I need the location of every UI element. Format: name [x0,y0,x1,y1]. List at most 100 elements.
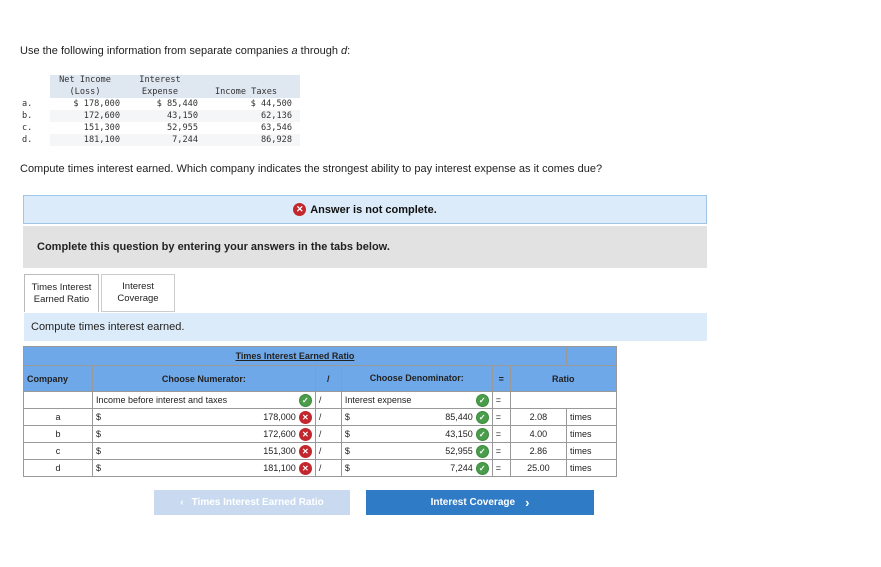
divide-sign: / [314,459,342,477]
taxes-value: 63,546 [200,122,300,134]
source-row: d. 181,100 7,244 86,928 [22,134,300,146]
divide-sign: / [314,442,342,460]
header-ratio: Ratio [509,365,617,392]
tab-interest-coverage[interactable]: Interest Coverage [101,274,175,312]
divide-sign: / [314,425,342,443]
equals-sign: = [491,408,511,426]
numerator-select[interactable]: Income before interest and taxes ✓ [92,391,316,409]
equals-sign: = [491,459,511,477]
header-net-income: Net Income (Loss) [50,75,122,98]
source-row: b. 172,600 43,150 62,136 [22,110,300,122]
check-circle-icon: ✓ [298,393,312,407]
source-data-table: Net Income (Loss) Interest Expense Incom… [22,75,300,146]
header-income-taxes: Income Taxes [200,75,300,98]
row-label: c. [22,122,50,134]
denominator-value: 85,440 [445,412,473,422]
denominator-value: 52,955 [445,446,473,456]
net-income-value: 172,600 [50,110,122,122]
ratio-unit: times [566,408,617,426]
next-tab-label: Interest Coverage [430,497,516,508]
prev-tab-label: Times Interest Earned Ratio [191,497,324,508]
numerator-input[interactable]: 181,100 ✕ [112,459,316,477]
denominator-input[interactable]: 52,955 ✓ [361,442,493,460]
check-circle-icon: ✓ [475,393,489,407]
taxes-value: $ 44,500 [200,98,300,110]
ratio-table-title-row: Times Interest Earned Ratio [23,346,617,366]
divide-sign: / [314,408,342,426]
denominator-value: 7,244 [450,463,473,473]
equals-sign: = [491,442,511,460]
currency-symbol: $ [92,459,113,477]
equals-sign: = [491,391,511,409]
interest-value: 7,244 [122,134,200,146]
answer-status-banner: ✕ Answer is not complete. [23,195,707,224]
table-row: a $ 178,000 ✕ / $ 85,440 ✓ = 2.08 times [23,408,617,426]
currency-symbol: $ [92,442,113,460]
ratio-table: Times Interest Earned Ratio Company Choo… [23,346,617,477]
numerator-input[interactable]: 178,000 ✕ [112,408,316,426]
ratio-value: 2.08 [509,408,568,426]
check-circle-icon: ✓ [475,410,489,424]
numerator-value: 151,300 [263,446,296,456]
interest-value: $ 85,440 [122,98,200,110]
denominator-input[interactable]: 43,150 ✓ [361,425,493,443]
chevron-left-icon: ‹ [180,497,184,508]
currency-symbol: $ [92,408,113,426]
ratio-table-header-row: Company Choose Numerator: / Choose Denom… [23,365,617,392]
numerator-input[interactable]: 172,600 ✕ [112,425,316,443]
row-label: a. [22,98,50,110]
denominator-select[interactable]: Interest expense ✓ [340,391,493,409]
currency-symbol: $ [340,408,362,426]
numerator-value: 172,600 [263,429,296,439]
check-circle-icon: ✓ [475,427,489,441]
source-header-row: Net Income (Loss) Interest Expense Incom… [22,75,300,98]
currency-symbol: $ [340,442,362,460]
company-cell: b [23,425,93,443]
selector-row: Income before interest and taxes ✓ / Inte… [23,391,617,409]
prev-tab-button[interactable]: ‹ Times Interest Earned Ratio [154,490,350,515]
numerator-value: 178,000 [263,412,296,422]
source-row: c. 151,300 52,955 63,546 [22,122,300,134]
numerator-input[interactable]: 151,300 ✕ [112,442,316,460]
taxes-value: 86,928 [200,134,300,146]
selector-ratio-blank [509,391,617,409]
net-income-value: 151,300 [50,122,122,134]
x-circle-icon: ✕ [298,444,312,458]
x-circle-icon: ✕ [293,203,307,216]
currency-symbol: $ [340,425,362,443]
tab-label: Times Interest Earned Ratio [31,281,92,305]
answer-status-text: Answer is not complete. [310,203,437,216]
table-row: b $ 172,600 ✕ / $ 43,150 ✓ = 4.00 times [23,425,617,443]
company-cell: d [23,459,93,477]
currency-symbol: $ [340,459,362,477]
source-row: a. $ 178,000 $ 85,440 $ 44,500 [22,98,300,110]
numerator-select-value: Income before interest and taxes [96,395,228,405]
ratio-value: 4.00 [509,425,568,443]
ratio-unit: times [566,442,617,460]
denominator-input[interactable]: 85,440 ✓ [361,408,493,426]
net-income-value: $ 178,000 [50,98,122,110]
next-tab-button[interactable]: Interest Coverage › [366,490,594,515]
x-circle-icon: ✕ [298,461,312,475]
row-label: b. [22,110,50,122]
source-header-blank [22,75,50,98]
company-cell: a [23,408,93,426]
subheader-text: Compute times interest earned. [31,321,185,333]
tab-label: Interest Coverage [117,281,159,304]
header-equals: = [491,365,511,392]
header-interest-expense: Interest Expense [122,75,200,98]
instruction-bar: Complete this question by entering your … [23,226,707,268]
tab-times-interest-earned-ratio[interactable]: Times Interest Earned Ratio [24,274,99,312]
chevron-right-icon: › [525,495,530,510]
header-numerator: Choose Numerator: [92,365,316,392]
denominator-value: 43,150 [445,429,473,439]
ratio-value: 25.00 [509,459,568,477]
ratio-unit: times [566,425,617,443]
equals-sign: = [491,425,511,443]
net-income-value: 181,100 [50,134,122,146]
denominator-input[interactable]: 7,244 ✓ [361,459,493,477]
selector-blank [23,391,93,409]
check-circle-icon: ✓ [475,461,489,475]
x-circle-icon: ✕ [298,410,312,424]
interest-value: 52,955 [122,122,200,134]
